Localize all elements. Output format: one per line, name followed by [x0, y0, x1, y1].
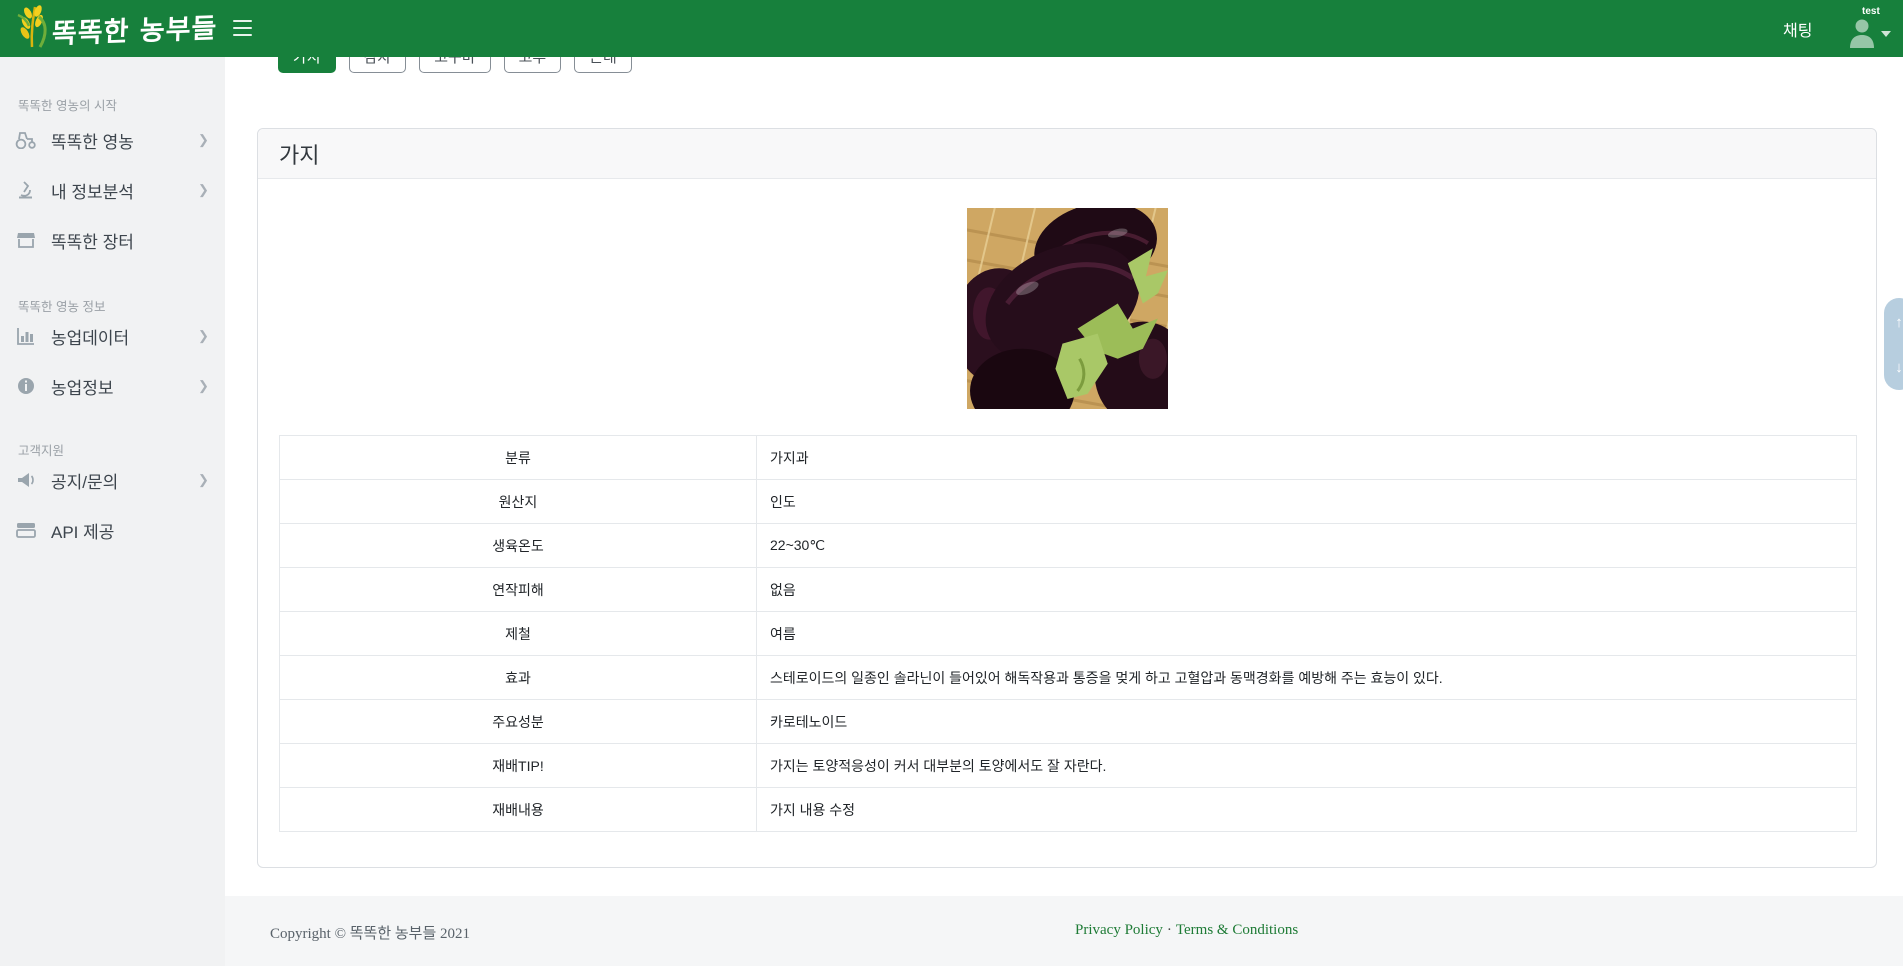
hamburger-menu-icon[interactable]	[233, 20, 252, 36]
sidebar-item-agri-data[interactable]: 농업데이터 ❯	[0, 319, 225, 353]
bar-chart-icon	[15, 327, 37, 345]
table-row: 원산지 인도	[279, 479, 1857, 524]
crop-info-table: 분류 가지과 원산지 인도 생육온도 22~30℃ 연작피해 없음 제철 여름 …	[279, 435, 1857, 832]
sidebar-section-start: 똑똑한 영농의 시작	[18, 99, 117, 113]
microscope-icon	[15, 181, 37, 199]
scroll-widget: ↑ ↓	[1884, 298, 1903, 390]
sidebar-item-smart-farming[interactable]: 똑똑한 영농 ❯	[0, 123, 225, 157]
sidebar-item-label: API 제공	[51, 522, 115, 542]
chevron-right-icon: ❯	[198, 472, 209, 487]
sidebar-item-my-analysis[interactable]: 내 정보분석 ❯	[0, 173, 225, 207]
sidebar-nav: 똑똑한 영농의 시작 똑똑한 영농 ❯ 내 정보분석 ❯ 똑똑한 장터 똑똑한 …	[0, 57, 225, 966]
sidebar-item-market[interactable]: 똑똑한 장터	[0, 223, 225, 257]
footer-links: Privacy Policy · Terms & Conditions	[1075, 922, 1298, 939]
row-value: 가지 내용 수정	[756, 787, 1857, 832]
row-value: 여름	[756, 611, 1857, 656]
row-value: 가지는 토양적응성이 커서 대부분의 토양에서도 잘 자란다.	[756, 743, 1857, 788]
table-row: 분류 가지과	[279, 435, 1857, 480]
tractor-icon	[15, 131, 37, 149]
sidebar-item-label: 농업정보	[51, 378, 114, 398]
row-value: 카로테노이드	[756, 699, 1857, 744]
chevron-right-icon: ❯	[198, 328, 209, 343]
sidebar-item-label: 내 정보분석	[51, 182, 134, 202]
chevron-right-icon: ❯	[198, 378, 209, 393]
card-header: 가지	[258, 129, 1876, 179]
megaphone-icon	[15, 471, 37, 489]
row-value: 없음	[756, 567, 1857, 612]
chevron-right-icon: ❯	[198, 182, 209, 197]
table-row: 생육온도 22~30℃	[279, 523, 1857, 568]
row-value: 스테로이드의 일종인 솔라닌이 들어있어 해독작용과 통증을 멎게 하고 고혈압…	[756, 655, 1857, 700]
sidebar-item-api[interactable]: API 제공	[0, 513, 225, 547]
row-label: 연작피해	[279, 567, 757, 612]
sidebar-section-info: 똑똑한 영농 정보	[18, 300, 106, 314]
table-row: 재배내용 가지 내용 수정	[279, 787, 1857, 832]
scroll-to-top-button[interactable]: ↑	[1884, 314, 1903, 331]
page-title: 가지	[279, 142, 320, 168]
scroll-to-bottom-button[interactable]: ↓	[1884, 359, 1903, 376]
row-value: 인도	[756, 479, 1857, 524]
table-row: 주요성분 카로테노이드	[279, 699, 1857, 744]
copyright-text: Copyright © 똑똑한 농부들 2021	[270, 926, 471, 942]
brand-title: 똑똑한 농부들	[51, 13, 218, 50]
eggplant-photo	[966, 208, 1168, 409]
table-row: 재배TIP! 가지는 토양적응성이 커서 대부분의 토양에서도 잘 자란다.	[279, 743, 1857, 788]
row-label: 분류	[279, 435, 757, 480]
table-row: 효과 스테로이드의 일종인 솔라닌이 들어있어 해독작용과 통증을 멎게 하고 …	[279, 655, 1857, 700]
privacy-policy-link[interactable]: Privacy Policy	[1075, 922, 1163, 938]
wheat-logo-icon	[14, 3, 52, 54]
row-value: 22~30℃	[756, 523, 1857, 568]
row-label: 제철	[279, 611, 757, 656]
link-separator: ·	[1166, 922, 1172, 938]
terms-link[interactable]: Terms & Conditions	[1176, 922, 1298, 938]
sidebar-item-agri-info[interactable]: 농업정보 ❯	[0, 369, 225, 403]
info-icon	[15, 377, 37, 395]
sidebar-item-label: 똑똑한 영농	[51, 132, 134, 152]
chat-link[interactable]: 채팅	[1783, 17, 1812, 41]
sidebar-item-label: 공지/문의	[51, 472, 119, 492]
sidebar-item-notice-inquiry[interactable]: 공지/문의 ❯	[0, 463, 225, 497]
box-icon	[15, 522, 37, 538]
row-label: 재배내용	[279, 787, 757, 832]
page: 똑똑한 농부들 채팅 test 똑똑한 영농의 시작 똑똑한 영농 ❯ 내 정보…	[0, 0, 1903, 966]
user-menu[interactable]: test	[1845, 3, 1895, 55]
row-label: 원산지	[279, 479, 757, 524]
crop-photo-wrapper	[258, 179, 1876, 409]
row-label: 생육온도	[279, 523, 757, 568]
sidebar-item-label: 똑똑한 장터	[51, 232, 134, 252]
row-value: 가지과	[756, 435, 1857, 480]
username-label: test	[1862, 6, 1880, 17]
chevron-down-icon	[1881, 31, 1891, 37]
table-row: 제철 여름	[279, 611, 1857, 656]
row-label: 효과	[279, 655, 757, 700]
crop-detail-card: 가지 분류 가지과 원산지 인도 생육온도 22~30℃ 연작피해 없음 제철 …	[257, 128, 1877, 868]
footer: Copyright © 똑똑한 농부들 2021 Privacy Policy ·…	[0, 896, 1903, 966]
store-icon	[15, 231, 37, 249]
row-label: 주요성분	[279, 699, 757, 744]
chevron-right-icon: ❯	[198, 132, 209, 147]
row-label: 재배TIP!	[279, 743, 757, 788]
sidebar-item-label: 농업데이터	[51, 328, 130, 348]
brand-logo[interactable]: 똑똑한 농부들	[14, 3, 218, 54]
top-header: 똑똑한 농부들 채팅 test	[0, 0, 1903, 57]
sidebar-section-support: 고객지원	[18, 444, 65, 458]
table-row: 연작피해 없음	[279, 567, 1857, 612]
